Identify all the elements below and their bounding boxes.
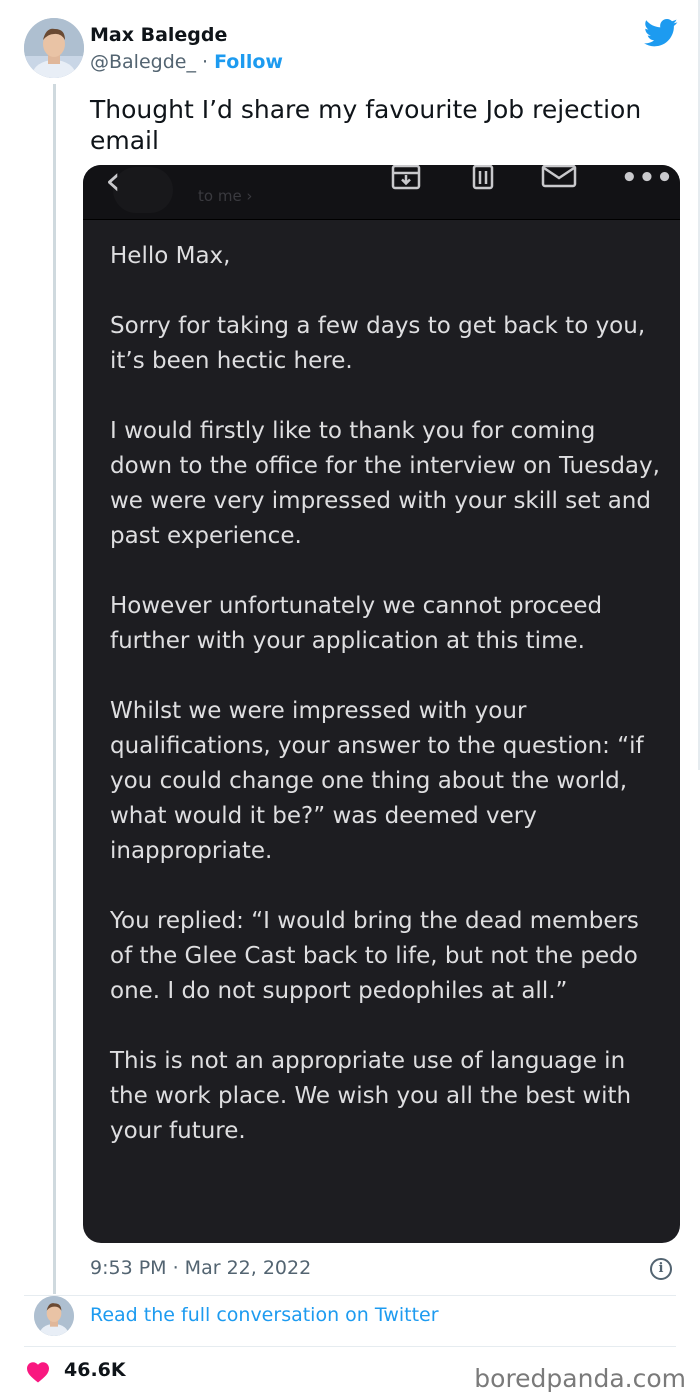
- heart-icon[interactable]: [26, 1361, 50, 1383]
- divider: [24, 1295, 676, 1296]
- like-count[interactable]: 46.6K: [64, 1359, 126, 1381]
- email-paragraph: Sorry for taking a few days to get back …: [110, 313, 646, 374]
- reply-avatar[interactable]: [34, 1296, 74, 1336]
- tweet-text: Thought I’d share my favourite Job rejec…: [90, 95, 642, 155]
- mail-icon[interactable]: [541, 165, 577, 191]
- email-toolbar: ‹ to me › •••: [83, 165, 680, 220]
- separator: ·: [195, 51, 215, 73]
- email-paragraph: However unfortunately we cannot proceed …: [110, 593, 603, 654]
- handle-row: @Balegde_ · Follow: [90, 51, 283, 73]
- tweet-timestamp[interactable]: 9:53 PM · Mar 22, 2022: [90, 1257, 311, 1279]
- email-screenshot: ‹ to me › ••• Hello Max, Sorry for takin…: [83, 165, 680, 1243]
- read-full-conversation-link[interactable]: Read the full conversation on Twitter: [90, 1304, 439, 1326]
- follow-button[interactable]: Follow: [214, 51, 283, 73]
- archive-icon[interactable]: [388, 165, 424, 191]
- email-paragraph: This is not an appropriate use of langua…: [110, 1048, 632, 1144]
- info-icon[interactable]: i: [650, 1258, 672, 1280]
- recipient-line: to me ›: [198, 187, 253, 205]
- email-paragraph: I would firstly like to thank you for co…: [110, 418, 660, 549]
- email-paragraph: Hello Max,: [110, 243, 231, 269]
- embedded-tweet: Max Balegde @Balegde_ · Follow Thought I…: [0, 0, 700, 1400]
- thread-line: [53, 84, 56, 1294]
- more-icon[interactable]: •••: [621, 165, 674, 193]
- email-paragraph: Whilst we were impressed with your quali…: [110, 698, 644, 864]
- trash-icon[interactable]: [465, 165, 501, 191]
- sender-avatar-placeholder: [113, 167, 173, 213]
- twitter-bird-icon[interactable]: [644, 18, 678, 48]
- display-name[interactable]: Max Balegde: [90, 24, 227, 46]
- email-paragraph: You replied: “I would bring the dead mem…: [110, 908, 639, 1004]
- divider: [24, 1346, 676, 1347]
- chevron-left-icon[interactable]: ‹: [105, 165, 121, 201]
- watermark: boredpanda.com: [474, 1364, 686, 1393]
- avatar[interactable]: [24, 18, 84, 78]
- user-handle[interactable]: @Balegde_: [90, 51, 196, 73]
- email-body: Hello Max, Sorry for taking a few days t…: [110, 239, 660, 1184]
